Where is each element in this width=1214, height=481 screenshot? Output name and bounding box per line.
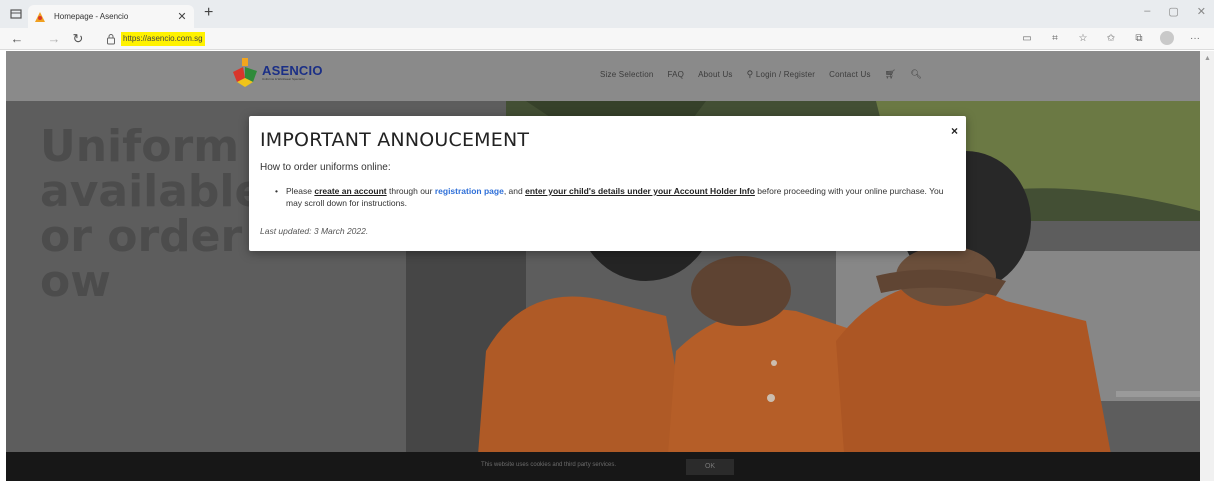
cookie-ok-button[interactable]: OK [686,459,734,475]
search-icon[interactable]: 🔍︎ [910,69,922,80]
collections-icon[interactable]: ⧉ [1132,31,1146,45]
last-updated-text: Last updated: 3 March 2022. [260,226,369,236]
browser-tab-bar: Homepage - Asencio ✕ + – ▢ ✕ [0,0,1214,28]
refresh-icon[interactable]: ↻ [70,31,86,47]
favorites-icon[interactable]: ✩ [1104,31,1118,45]
scroll-up-icon[interactable]: ▲ [1204,55,1211,62]
asencio-logo-icon [233,58,257,87]
site-header: ASENCIO Uniforms & Workwear Specialist S… [6,51,1200,101]
close-window-button[interactable]: ✕ [1197,5,1206,18]
modal-subtitle: How to order uniforms online: [260,162,391,173]
profile-icon[interactable] [1160,31,1174,45]
tab-actions-icon[interactable] [8,6,24,22]
back-arrow-icon[interactable]: ← [9,31,25,47]
modal-title: IMPORTANT ANNOUCEMENT [260,129,530,151]
address-bar: ← → ↻ https://asencio.com.sg ▭ ⌗ ☆ ✩ ⧉ ·… [0,28,1214,50]
minimize-button[interactable]: – [1144,5,1150,18]
logo-text: ASENCIO [262,62,323,78]
instruction-text: Please [286,186,315,196]
page-scrollbar[interactable]: ▲ [1200,51,1214,481]
url-field[interactable]: https://asencio.com.sg [121,32,205,46]
bullet-icon: • [275,186,278,196]
site-logo[interactable]: ASENCIO Uniforms & Workwear Specialist [231,56,323,88]
new-tab-button[interactable]: + [204,4,213,22]
instruction-text: , and [503,186,526,196]
nav-faq[interactable]: FAQ [668,70,685,79]
main-nav: Size Selection FAQ About Us ⚲ Login / Re… [600,69,922,80]
avatar [1160,31,1174,45]
nav-size-selection[interactable]: Size Selection [600,70,654,79]
nav-login-register[interactable]: ⚲ Login / Register [747,69,815,80]
lock-icon[interactable] [105,33,117,45]
favorites-add-icon[interactable]: ☆ [1076,31,1090,45]
create-account-link[interactable]: create an account [314,186,386,196]
announcement-modal: × IMPORTANT ANNOUCEMENT How to order uni… [249,116,966,251]
nav-about-us[interactable]: About Us [698,70,733,79]
more-icon[interactable]: ··· [1188,31,1202,45]
window-controls: – ▢ ✕ [1144,5,1206,18]
browser-tab[interactable]: Homepage - Asencio ✕ [28,5,194,28]
modal-close-button[interactable]: × [951,124,958,138]
instruction-list: • Please create an account through our r… [275,185,955,209]
instruction-text: through our [386,186,435,196]
tab-close-icon[interactable]: ✕ [176,10,188,23]
cookie-text: This website uses cookies and third part… [481,462,617,468]
registration-page-link[interactable]: registration page [435,186,504,196]
account-holder-info-link[interactable]: enter your child's details under your Ac… [525,186,755,196]
user-icon: ⚲ [746,69,754,79]
reader-icon[interactable]: ▭ [1020,31,1034,45]
nav-contact-us[interactable]: Contact Us [829,70,871,79]
browser-toolbar: ▭ ⌗ ☆ ✩ ⧉ ··· [1020,31,1202,45]
cart-icon[interactable]: 🛒︎ [885,69,897,80]
cookie-banner: This website uses cookies and third part… [6,452,1200,481]
translate-icon[interactable]: ⌗ [1048,31,1062,45]
maximize-button[interactable]: ▢ [1168,5,1178,18]
tab-title: Homepage - Asencio [54,12,129,21]
list-item: Please create an account through our reg… [275,185,955,209]
forward-arrow-icon[interactable]: → [46,31,62,47]
asencio-favicon-icon [34,11,46,23]
nav-login-label: Login / Register [755,70,816,79]
